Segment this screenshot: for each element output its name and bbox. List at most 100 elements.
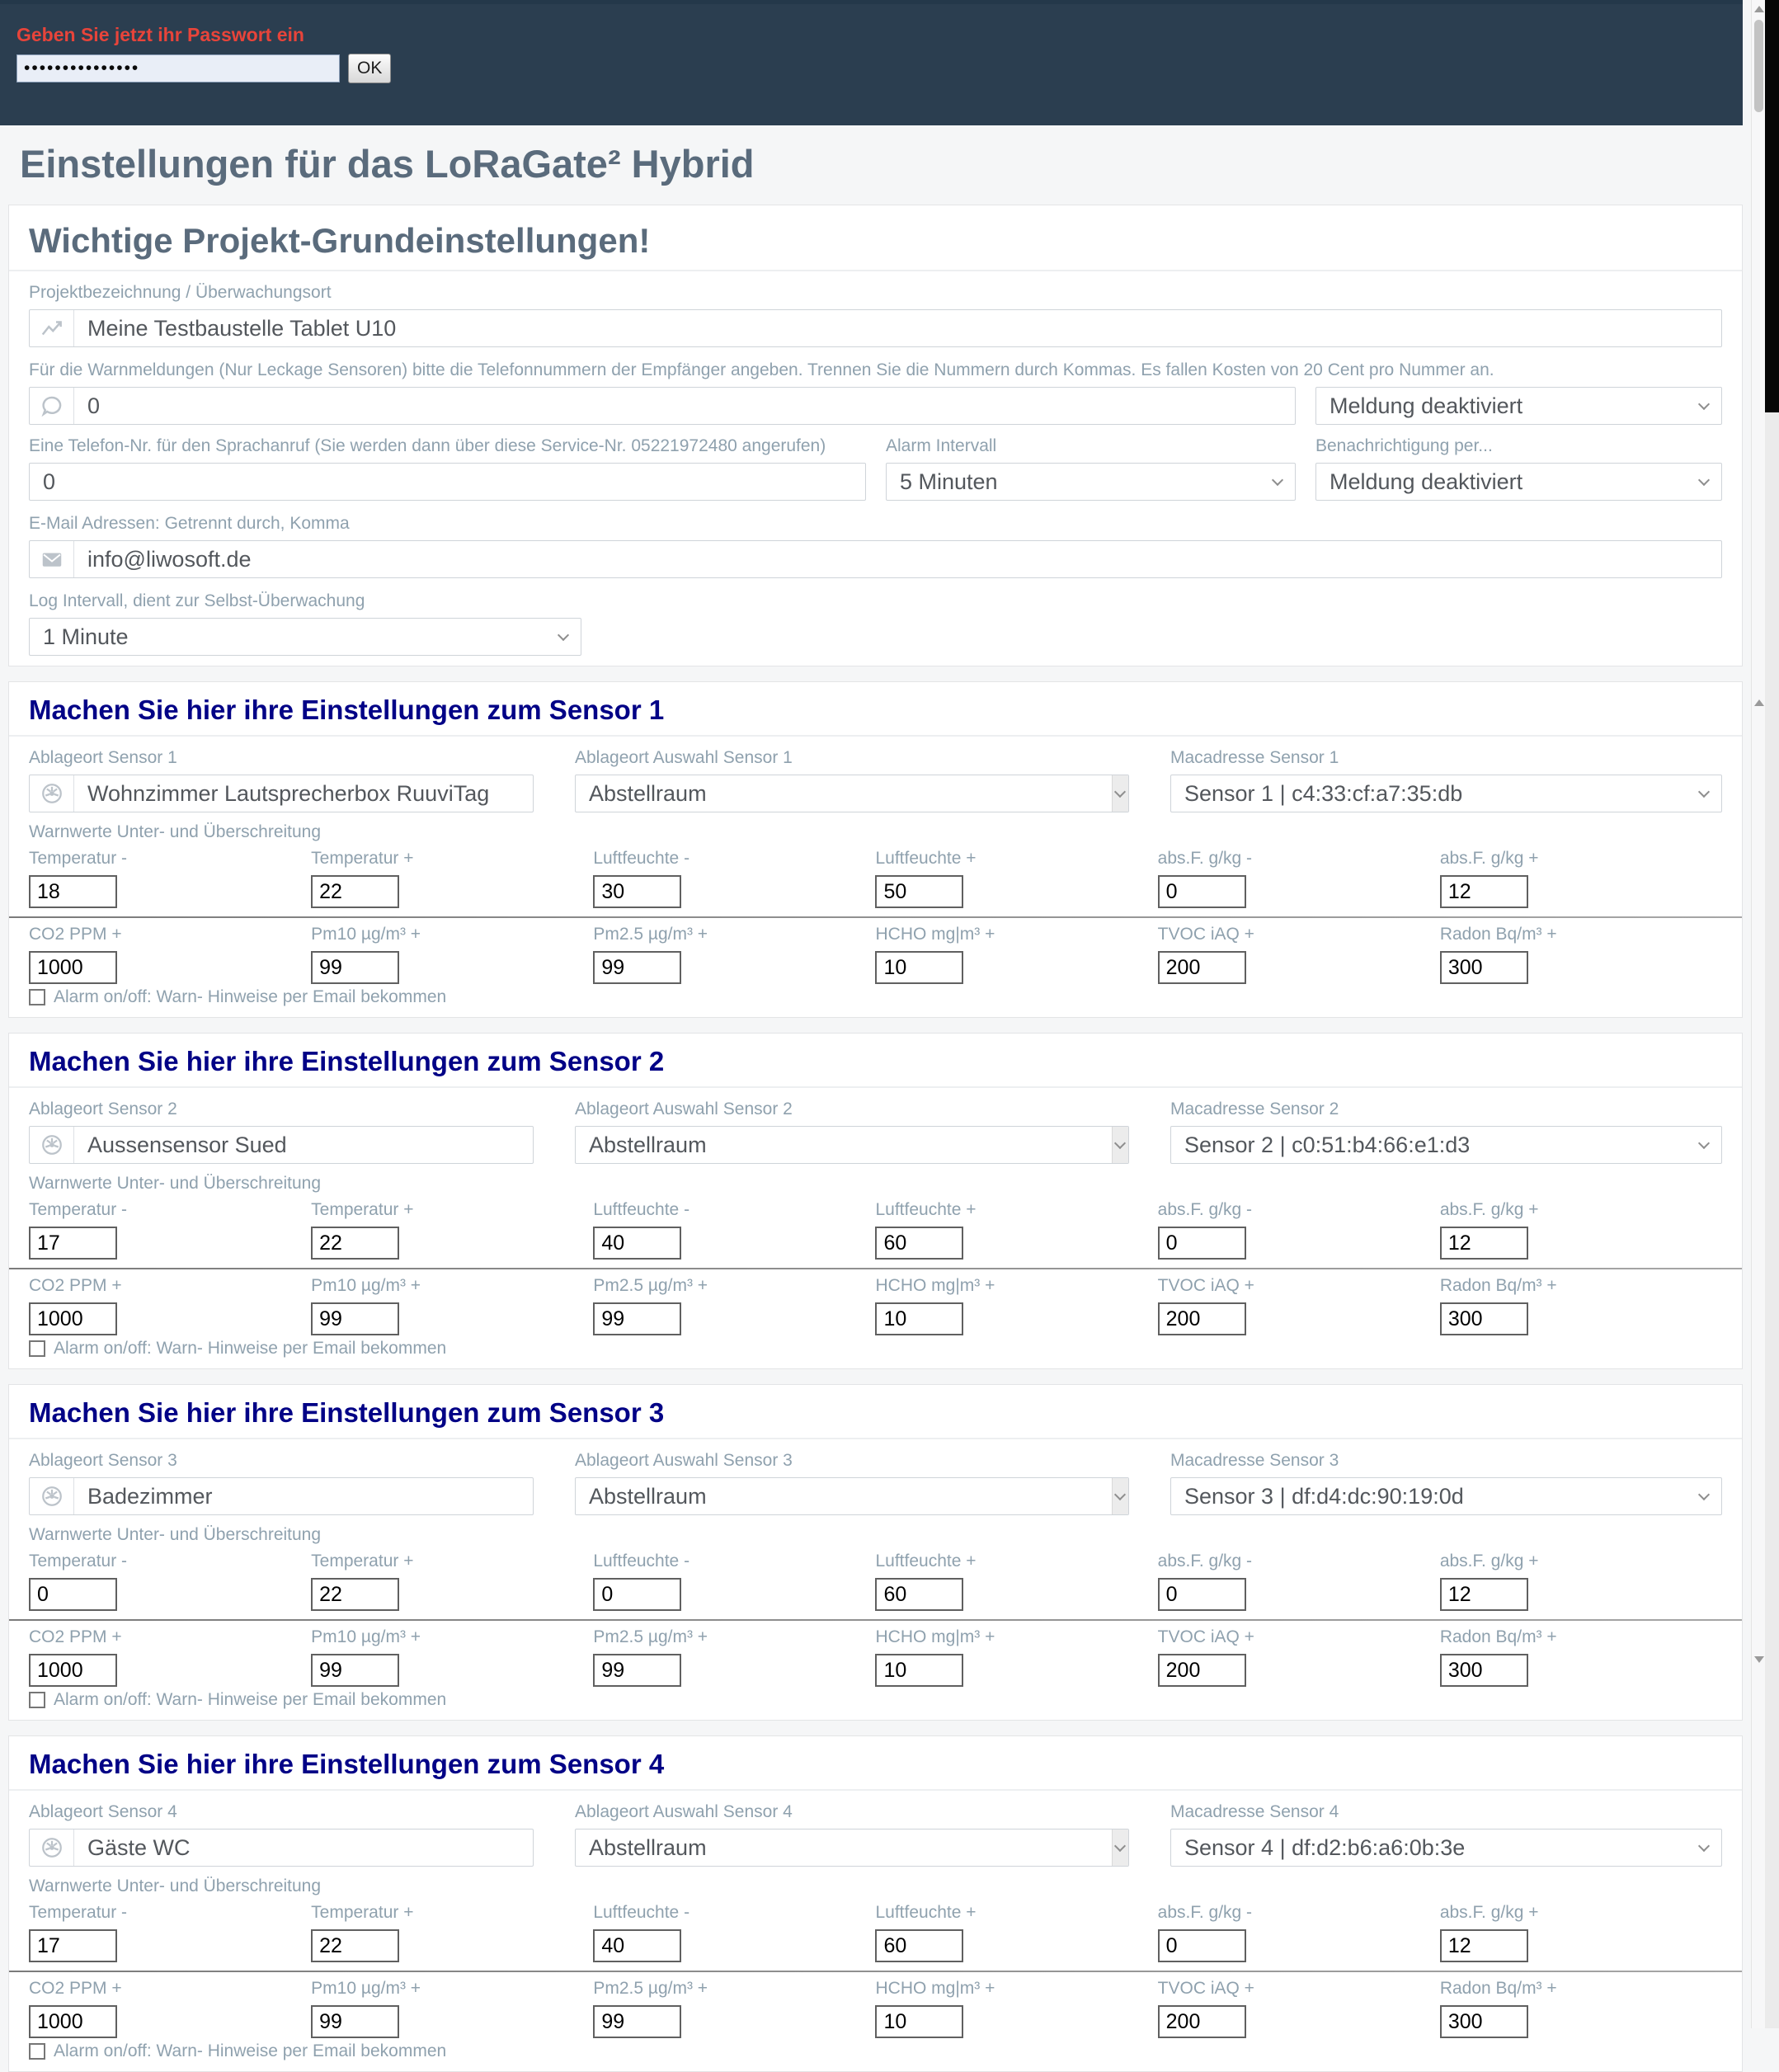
select-scrollbar[interactable] bbox=[1112, 1127, 1128, 1163]
ablageort-input[interactable] bbox=[29, 1477, 534, 1515]
warn-value-input[interactable] bbox=[875, 1929, 964, 1962]
ok-button[interactable]: OK bbox=[348, 54, 392, 83]
phone-numbers-field[interactable] bbox=[74, 393, 1295, 419]
ablageort-auswahl-select[interactable]: Abstellraum bbox=[575, 1829, 1129, 1867]
sensor-section-heading: Machen Sie hier ihre Einstellungen zum S… bbox=[29, 1397, 665, 1428]
inner-scroll-down-arrow[interactable] bbox=[1754, 1656, 1764, 1663]
warn-value-input[interactable] bbox=[311, 1302, 400, 1335]
warn-value-input[interactable] bbox=[875, 2005, 964, 2038]
warn-value-input[interactable] bbox=[311, 1227, 400, 1260]
warn-value-input[interactable] bbox=[311, 1929, 400, 1962]
macadresse-select[interactable]: Sensor 3 | df:d4:dc:90:19:0d bbox=[1170, 1477, 1722, 1515]
warn-value-input[interactable] bbox=[1157, 1929, 1246, 1962]
warn-value-input[interactable] bbox=[875, 875, 964, 908]
ablageort-label: Ablageort Sensor 3 bbox=[29, 1451, 177, 1470]
project-input-field[interactable] bbox=[74, 315, 1721, 341]
warn-value-input[interactable] bbox=[1157, 1578, 1246, 1611]
phone-notify-select[interactable]: Meldung deaktiviert bbox=[1315, 387, 1722, 425]
warn-value-input[interactable] bbox=[1439, 1578, 1528, 1611]
alarm-checkbox[interactable] bbox=[29, 989, 45, 1005]
macadresse-select[interactable]: Sensor 1 | c4:33:cf:a7:35:db bbox=[1170, 775, 1722, 812]
ablageort-input-field[interactable] bbox=[74, 1132, 533, 1158]
email-input[interactable] bbox=[29, 540, 1722, 578]
warn-value-input[interactable] bbox=[311, 951, 400, 984]
warn-value-input[interactable] bbox=[1157, 875, 1246, 908]
warn-field-label: Luftfeuchte - bbox=[593, 1200, 690, 1219]
ablageort-input[interactable] bbox=[29, 1126, 534, 1164]
scroll-up-arrow[interactable] bbox=[1754, 6, 1764, 12]
warn-value-input[interactable] bbox=[875, 1578, 964, 1611]
warn-value-input[interactable] bbox=[29, 1578, 117, 1611]
select-scrollbar[interactable] bbox=[1112, 1829, 1128, 1866]
warn-field-label: Pm10 µg/m³ + bbox=[311, 1979, 421, 1998]
warn-value-input[interactable] bbox=[593, 2005, 682, 2038]
scrollbar-track[interactable] bbox=[1751, 0, 1765, 2028]
warn-field-label: HCHO mg|m³ + bbox=[875, 925, 995, 944]
warn-value-input[interactable] bbox=[875, 1302, 964, 1335]
select-scrollbar[interactable] bbox=[1112, 1478, 1128, 1514]
warn-value-input[interactable] bbox=[311, 2005, 400, 2038]
macadresse-select[interactable]: Sensor 4 | df:d2:b6:a6:0b:3e bbox=[1170, 1829, 1722, 1867]
warn-value-input[interactable] bbox=[311, 1654, 400, 1687]
warn-value-input[interactable] bbox=[1157, 1227, 1246, 1260]
select-scrollbar[interactable] bbox=[1112, 775, 1128, 812]
warn-value-input[interactable] bbox=[1157, 951, 1246, 984]
alarm-checkbox[interactable] bbox=[29, 1692, 45, 1708]
voice-input-field[interactable] bbox=[30, 469, 865, 495]
warn-value-input[interactable] bbox=[1439, 1654, 1528, 1687]
warn-value-input[interactable] bbox=[1157, 2005, 1246, 2038]
warn-value-input[interactable] bbox=[1157, 1654, 1246, 1687]
warn-value-input[interactable] bbox=[311, 875, 400, 908]
warn-value-input[interactable] bbox=[29, 875, 117, 908]
voice-input[interactable] bbox=[29, 463, 866, 501]
alarm-checkbox[interactable] bbox=[29, 1340, 45, 1357]
email-input-field[interactable] bbox=[74, 546, 1721, 572]
warn-value-input[interactable] bbox=[593, 875, 682, 908]
warn-value-input[interactable] bbox=[875, 1227, 964, 1260]
warn-value-input[interactable] bbox=[29, 1654, 117, 1687]
scrollbar-thumb[interactable] bbox=[1754, 20, 1763, 112]
ablageort-auswahl-select[interactable]: Abstellraum bbox=[575, 1126, 1129, 1164]
warn-field-label: TVOC iAQ + bbox=[1157, 925, 1254, 944]
warn-value-input[interactable] bbox=[29, 1302, 117, 1335]
warn-value-input[interactable] bbox=[1439, 1302, 1528, 1335]
warn-value-input[interactable] bbox=[311, 1578, 400, 1611]
warn-value-input[interactable] bbox=[29, 2005, 117, 2038]
warn-value-input[interactable] bbox=[1439, 875, 1528, 908]
phone-numbers-input[interactable] bbox=[29, 387, 1296, 425]
ablageort-input-field[interactable] bbox=[74, 1834, 533, 1861]
alarm-checkbox[interactable] bbox=[29, 2043, 45, 2060]
warn-field-label: abs.F. g/kg - bbox=[1157, 1903, 1253, 1922]
ablageort-input[interactable] bbox=[29, 1829, 534, 1867]
warn-field-label: HCHO mg|m³ + bbox=[875, 1276, 995, 1295]
log-interval-select[interactable]: 1 Minute bbox=[29, 618, 581, 656]
warn-value-input[interactable] bbox=[29, 951, 117, 984]
warn-value-input[interactable] bbox=[1439, 1227, 1528, 1260]
warn-value-input[interactable] bbox=[875, 951, 964, 984]
ablageort-input-field[interactable] bbox=[74, 780, 533, 807]
ablageort-input[interactable] bbox=[29, 775, 534, 812]
warn-value-input[interactable] bbox=[593, 1302, 682, 1335]
alarm-interval-select[interactable]: 5 Minuten bbox=[886, 463, 1296, 501]
notify-select[interactable]: Meldung deaktiviert bbox=[1315, 463, 1722, 501]
warn-value-input[interactable] bbox=[593, 1654, 682, 1687]
warn-value-input[interactable] bbox=[593, 1578, 682, 1611]
inner-scroll-up-arrow[interactable] bbox=[1754, 699, 1764, 706]
warn-value-input[interactable] bbox=[29, 1929, 117, 1962]
ablageort-input-field[interactable] bbox=[74, 1483, 533, 1509]
alarm-interval-value: 5 Minuten bbox=[900, 469, 998, 494]
project-input[interactable] bbox=[29, 309, 1722, 347]
warn-value-input[interactable] bbox=[875, 1654, 964, 1687]
warn-value-input[interactable] bbox=[593, 951, 682, 984]
warn-value-input[interactable] bbox=[1439, 951, 1528, 984]
warn-value-input[interactable] bbox=[29, 1227, 117, 1260]
warn-value-input[interactable] bbox=[1439, 1929, 1528, 1962]
password-input[interactable] bbox=[16, 54, 340, 82]
ablageort-auswahl-select[interactable]: Abstellraum bbox=[575, 1477, 1129, 1515]
warn-value-input[interactable] bbox=[1157, 1302, 1246, 1335]
ablageort-auswahl-select[interactable]: Abstellraum bbox=[575, 775, 1129, 812]
warn-value-input[interactable] bbox=[593, 1929, 682, 1962]
warn-value-input[interactable] bbox=[593, 1227, 682, 1260]
macadresse-select[interactable]: Sensor 2 | c0:51:b4:66:e1:d3 bbox=[1170, 1126, 1722, 1164]
warn-value-input[interactable] bbox=[1439, 2005, 1528, 2038]
